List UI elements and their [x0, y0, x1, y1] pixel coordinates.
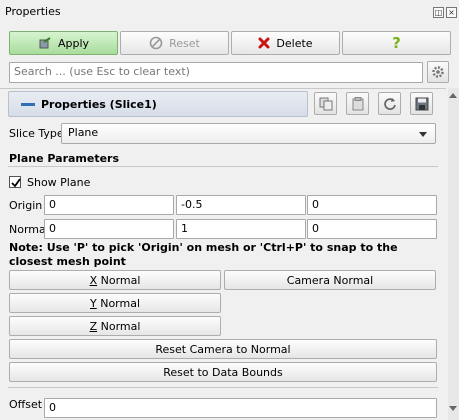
- offset-input[interactable]: 0: [44, 398, 437, 418]
- reset-icon: [149, 36, 163, 50]
- heading-separator: [8, 166, 438, 167]
- show-plane-label[interactable]: Show Plane: [27, 176, 90, 189]
- paste-properties-button[interactable]: [346, 92, 369, 115]
- z-normal-mnemonic: Z: [89, 319, 98, 333]
- slice-type-value: Plane: [68, 126, 99, 139]
- separator: [0, 88, 446, 89]
- note-text: Note: Use 'P' to pick 'Origin' on mesh o…: [9, 241, 398, 268]
- paste-icon: [352, 96, 363, 110]
- reset-bounds-label: Reset to Data Bounds: [163, 365, 283, 379]
- reset-bounds-button[interactable]: Reset to Data Bounds: [9, 362, 437, 382]
- collapse-icon[interactable]: [21, 103, 35, 106]
- reset-button[interactable]: Reset: [120, 31, 229, 55]
- reset-label: Reset: [169, 36, 200, 50]
- section-title: Properties (Slice1): [41, 98, 157, 111]
- float-icon[interactable]: ◫: [433, 7, 444, 18]
- slice-type-combo[interactable]: Plane: [61, 123, 436, 144]
- copy-icon: [319, 97, 332, 110]
- search-input[interactable]: Search ... (use Esc to clear text): [9, 62, 423, 83]
- y-normal-button[interactable]: Y Normal: [9, 293, 221, 313]
- gear-icon: [432, 66, 444, 78]
- title-bar: Properties ◫ ×: [0, 0, 459, 24]
- x-normal-mnemonic: X: [89, 273, 98, 287]
- origin-label: Origin: [9, 199, 43, 212]
- slice-type-label: Slice Type: [9, 127, 64, 140]
- scroll-up-icon[interactable]: [449, 93, 457, 98]
- offset-separator: [8, 387, 438, 388]
- copy-properties-button[interactable]: [314, 92, 337, 115]
- origin-x-input[interactable]: 0: [44, 195, 174, 215]
- z-normal-label-rest: Normal: [97, 319, 141, 333]
- reset-camera-label: Reset Camera to Normal: [155, 342, 291, 356]
- dropdown-arrow-icon: [419, 132, 427, 137]
- camera-normal-label: Camera Normal: [286, 273, 374, 287]
- origin-z-input[interactable]: 0: [307, 195, 437, 215]
- show-plane-checkbox[interactable]: [9, 176, 21, 188]
- window-title: Properties: [5, 5, 61, 18]
- plane-parameters-heading: Plane Parameters: [9, 152, 120, 165]
- reset-camera-button[interactable]: Reset Camera to Normal: [9, 339, 437, 359]
- close-icon[interactable]: ×: [446, 7, 457, 18]
- scroll-down-icon[interactable]: [449, 406, 457, 411]
- x-normal-label: X Normal: [90, 274, 141, 287]
- search-settings-button[interactable]: [427, 61, 449, 83]
- normal-label: Normal: [9, 223, 49, 236]
- section-header[interactable]: Properties (Slice1): [8, 91, 308, 117]
- origin-y-input[interactable]: -0.5: [176, 195, 306, 215]
- save-defaults-button[interactable]: [410, 92, 433, 115]
- restore-defaults-button[interactable]: [378, 92, 401, 115]
- scrollbar[interactable]: [448, 88, 459, 420]
- apply-icon: [39, 37, 51, 49]
- normal-y-input[interactable]: 1: [176, 219, 306, 239]
- save-icon: [415, 97, 428, 110]
- x-normal-label-rest: Normal: [97, 273, 141, 287]
- help-button[interactable]: ?: [342, 31, 451, 55]
- normal-x-input[interactable]: 0: [44, 219, 174, 239]
- offset-label: Offset: [9, 398, 43, 411]
- normal-z-input[interactable]: 0: [307, 219, 437, 239]
- delete-x-icon: [258, 37, 270, 49]
- apply-label: Apply: [57, 36, 90, 50]
- help-icon: ?: [392, 34, 401, 52]
- z-normal-label: Z Normal: [90, 320, 141, 333]
- y-normal-label: Y Normal: [90, 297, 140, 310]
- delete-label: Delete: [276, 36, 313, 50]
- y-normal-mnemonic: Y: [89, 296, 97, 310]
- refresh-icon: [383, 97, 396, 110]
- apply-button[interactable]: Apply: [9, 31, 118, 55]
- x-normal-button[interactable]: X Normal: [9, 270, 221, 290]
- delete-button[interactable]: Delete: [231, 31, 340, 55]
- z-normal-button[interactable]: Z Normal: [9, 316, 221, 336]
- y-normal-label-rest: Normal: [96, 296, 141, 310]
- camera-normal-button[interactable]: Camera Normal: [224, 270, 436, 290]
- checkmark-icon: [11, 178, 21, 188]
